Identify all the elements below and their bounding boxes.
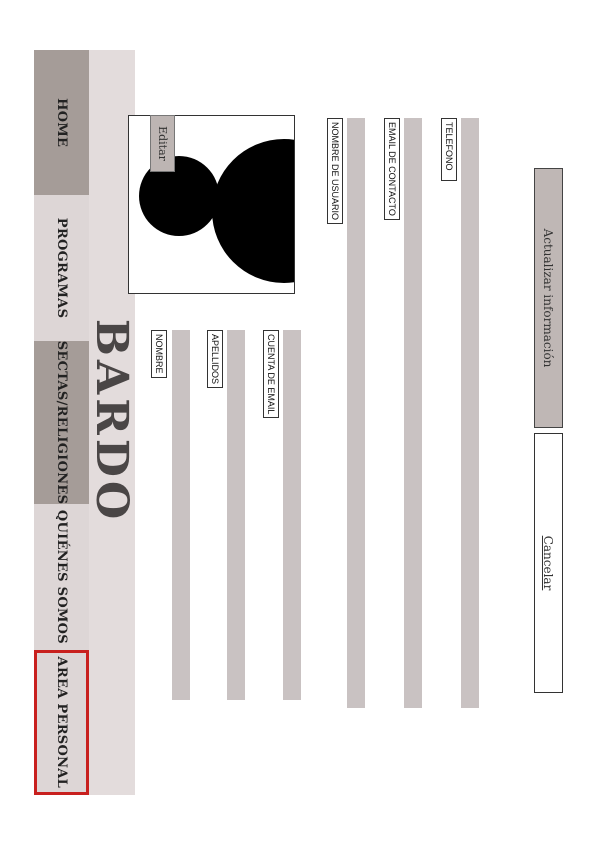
label-apellidos: APELLIDOS	[207, 330, 223, 389]
input-telefono[interactable]	[461, 118, 479, 708]
input-apellidos[interactable]	[227, 330, 245, 700]
main-nav: HOME PROGRAMAS SECTAS/RELIGIONES QUIÉNES…	[34, 50, 89, 795]
nav-item-quienes-somos[interactable]: QUIÉNES SOMOS	[34, 504, 89, 650]
edit-avatar-button[interactable]: Editar	[150, 115, 175, 172]
input-cuenta-email[interactable]	[283, 330, 301, 700]
nav-item-home[interactable]: HOME	[34, 50, 89, 196]
page: BARDO HOME PROGRAMAS SECTAS/RELIGIONES Q…	[0, 0, 595, 842]
update-info-button[interactable]: Actualizar información	[534, 168, 563, 428]
personal-area-view: BARDO HOME PROGRAMAS SECTAS/RELIGIONES Q…	[0, 0, 595, 842]
label-email-contacto: EMAIL DE CONTACTO	[384, 118, 400, 220]
nav-item-area-personal[interactable]: AREA PERSONAL	[34, 649, 89, 795]
nav-item-sectas-religiones[interactable]: SECTAS/RELIGIONES	[34, 340, 89, 505]
label-telefono: TELEFONO	[441, 118, 457, 181]
input-nombre-usuario[interactable]	[347, 118, 365, 708]
label-nombre: NOMBRE	[151, 330, 167, 378]
cancel-button[interactable]: Cancelar	[534, 433, 563, 693]
label-cuenta-email: CUENTA DE EMAIL	[263, 330, 279, 419]
nav-item-programas[interactable]: PROGRAMAS	[34, 195, 89, 341]
input-nombre[interactable]	[172, 330, 190, 700]
input-email-contacto[interactable]	[404, 118, 422, 708]
label-nombre-usuario: NOMBRE DE USUARIO	[327, 118, 343, 225]
